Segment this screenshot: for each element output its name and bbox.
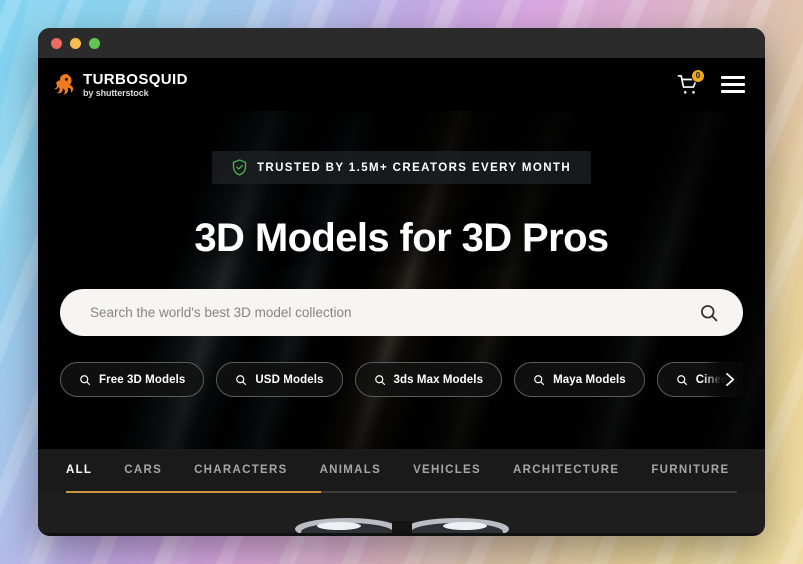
logo-wordmark: TURBOSQUID by shutterstock <box>83 72 188 98</box>
chip-label: Free 3D Models <box>99 373 186 386</box>
chip-label: Maya Models <box>553 373 626 386</box>
trust-badge: TRUSTED BY 1.5M+ CREATORS EVERY MONTH <box>211 151 592 184</box>
hamburger-menu-icon[interactable] <box>721 76 745 93</box>
header-actions: 0 <box>677 68 745 96</box>
chip-maya-models[interactable]: Maya Models <box>514 362 645 397</box>
logo-subtitle: by shutterstock <box>83 87 149 98</box>
search-submit-button[interactable] <box>695 299 723 327</box>
window-titlebar <box>38 28 765 58</box>
hero-section: TRUSTED BY 1.5M+ CREATORS EVERY MONTH 3D… <box>38 111 765 449</box>
tab-cars[interactable]: CARS <box>124 464 162 476</box>
chip-3ds-max-models[interactable]: 3ds Max Models <box>354 362 503 397</box>
window-close-button[interactable] <box>51 37 62 49</box>
category-tabs: ALL CARS CHARACTERS ANIMALS VEHICLES ARC… <box>58 449 745 491</box>
search-icon <box>534 374 545 385</box>
chevron-right-icon <box>726 373 735 386</box>
tabs-scroll-track[interactable] <box>66 491 737 493</box>
search-bar[interactable] <box>60 289 743 336</box>
search-icon <box>374 374 385 385</box>
window-maximize-button[interactable] <box>89 37 100 49</box>
shield-check-icon <box>232 159 247 176</box>
hamburger-line <box>721 90 745 93</box>
tab-architecture[interactable]: ARCHITECTURE <box>513 464 619 476</box>
category-tabs-section: ALL CARS CHARACTERS ANIMALS VEHICLES ARC… <box>38 449 765 493</box>
squid-mascot-icon <box>54 73 74 95</box>
chip-usd-models[interactable]: USD Models <box>216 362 343 397</box>
hero-content: TRUSTED BY 1.5M+ CREATORS EVERY MONTH 3D… <box>38 111 765 397</box>
hamburger-line <box>721 76 745 79</box>
search-icon <box>80 374 91 385</box>
hamburger-line <box>721 83 745 86</box>
window-minimize-button[interactable] <box>70 37 81 49</box>
search-input[interactable] <box>90 305 695 320</box>
browser-window: TURBOSQUID by shutterstock 0 TRUSTED BY … <box>38 28 765 536</box>
cart-count-badge: 0 <box>691 68 705 83</box>
tab-characters[interactable]: CHARACTERS <box>194 464 288 476</box>
tabs-scroll-thumb[interactable] <box>66 491 321 493</box>
desktop-wallpaper: TURBOSQUID by shutterstock 0 TRUSTED BY … <box>0 0 803 564</box>
chip-label: 3ds Max Models <box>393 373 484 386</box>
page-title: 3D Models for 3D Pros <box>194 216 609 260</box>
cart-button[interactable]: 0 <box>677 68 705 96</box>
tab-furniture[interactable]: FURNITURE <box>651 464 729 476</box>
results-preview-strip <box>38 493 765 533</box>
quick-filter-chips: Free 3D Models USD Models 3ds Max Models… <box>60 362 743 397</box>
chips-next-button[interactable] <box>703 362 743 397</box>
site-header: TURBOSQUID by shutterstock 0 <box>38 58 765 111</box>
search-icon <box>236 374 247 385</box>
search-icon <box>701 304 718 321</box>
tab-animals[interactable]: ANIMALS <box>320 464 382 476</box>
chip-label: USD Models <box>255 373 324 386</box>
tab-vehicles[interactable]: VEHICLES <box>413 464 481 476</box>
search-icon <box>676 374 687 385</box>
tab-all[interactable]: ALL <box>66 464 92 476</box>
turbosquid-logo[interactable]: TURBOSQUID by shutterstock <box>54 72 188 98</box>
logo-name: TURBOSQUID <box>83 70 188 88</box>
trust-badge-text: TRUSTED BY 1.5M+ CREATORS EVERY MONTH <box>256 161 572 174</box>
car-model-thumbnail[interactable] <box>287 503 517 533</box>
chip-free-3d-models[interactable]: Free 3D Models <box>60 362 205 397</box>
